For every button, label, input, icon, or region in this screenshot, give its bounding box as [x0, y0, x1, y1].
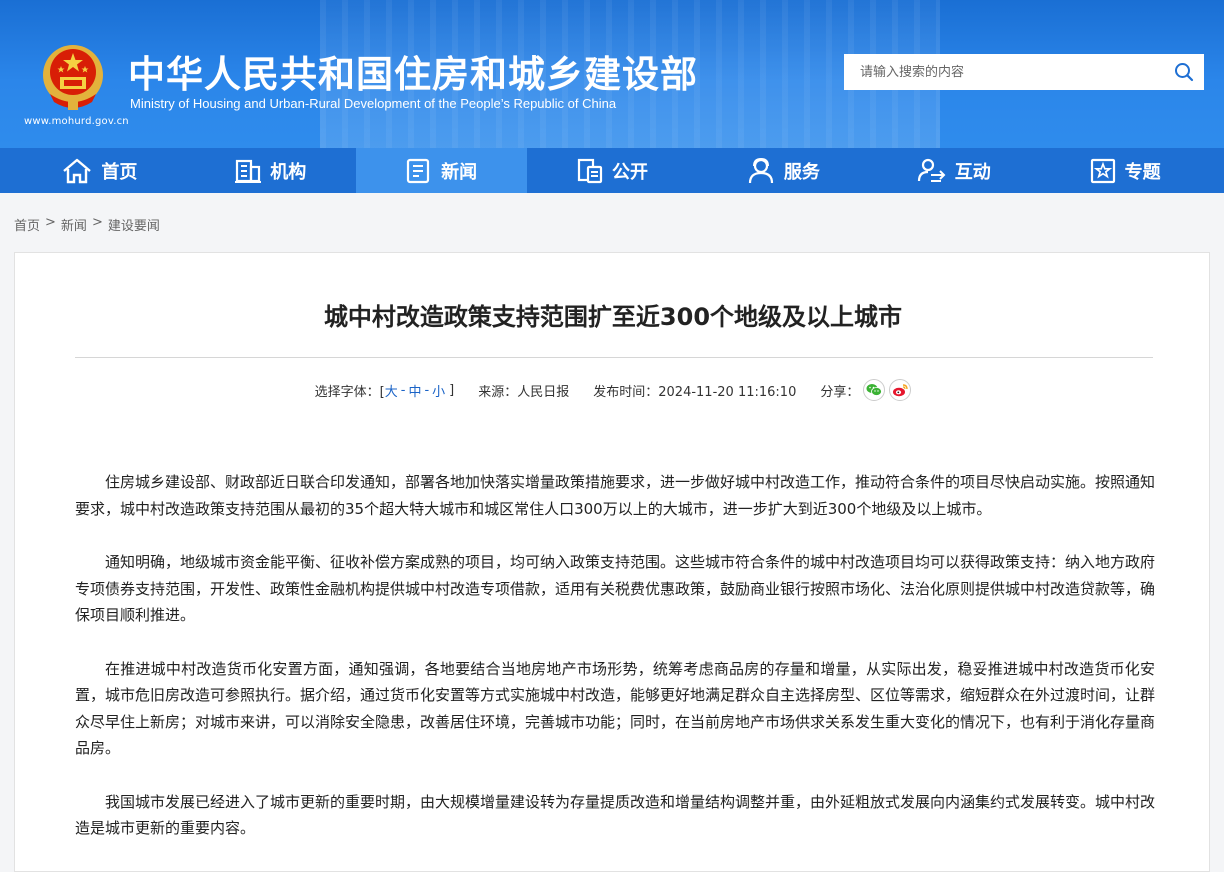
building-icon [235, 159, 262, 183]
article-publish-time: 发布时间：2024-11-20 11:16:10 [593, 384, 797, 400]
home-icon [63, 158, 92, 183]
search-icon [1175, 63, 1194, 82]
search-button[interactable] [1164, 54, 1204, 90]
nav-item-interaction[interactable]: 互动 [868, 148, 1039, 193]
weibo-share-button[interactable] [889, 379, 912, 401]
title-divider [75, 357, 1153, 358]
topic-icon [1090, 158, 1115, 183]
nav-item-service[interactable]: 服务 [697, 148, 868, 193]
article-source: 来源：人民日报 [478, 384, 570, 400]
article-body: 住房城乡建设部、财政部近日联合印发通知，部署各地加快落实增量政策措施要求，进一步… [75, 469, 1155, 869]
wechat-icon [866, 384, 883, 396]
main-nav: 首页 机构 新闻 公开 服务 互动 专题 [14, 148, 1210, 193]
service-icon [748, 157, 773, 183]
font-size-label: 选择字体：[ [314, 384, 385, 400]
nav-item-news[interactable]: 新闻 [355, 148, 527, 193]
font-size-small-button[interactable]: 小 [432, 381, 445, 400]
nav-item-topics[interactable]: 专题 [1039, 148, 1210, 193]
nav-item-disclosure[interactable]: 公开 [527, 148, 698, 193]
article-paragraph: 通知明确，地级城市资金能平衡、征收补偿方案成熟的项目，均可纳入政策支持范围。这些… [75, 553, 1156, 624]
site-title-english: Ministry of Housing and Urban-Rural Deve… [130, 96, 617, 111]
site-title-chinese[interactable]: 中华人民共和国住房和城乡建设部 [128, 44, 698, 98]
breadcrumb-separator: > [45, 215, 56, 230]
font-size-separator: - [424, 382, 430, 398]
article-meta: 选择字体：[ 大 - 中 - 小 ] 来源：人民日报 发布时间：2024-11-… [15, 379, 1211, 401]
nav-label: 互动 [954, 161, 991, 183]
nav-label: 新闻 [441, 161, 478, 183]
article-title: 城中村改造政策支持范围扩至近300个地级及以上城市 [323, 303, 903, 331]
national-emblem-icon[interactable] [40, 42, 106, 112]
font-size-selector: 选择字体：[ 大 - 中 - 小 ] [315, 381, 455, 400]
search-box [844, 54, 1204, 90]
news-icon [407, 158, 430, 183]
site-header: www.mohurd.gov.cn 中华人民共和国住房和城乡建设部 Minist… [0, 0, 1224, 148]
disclosure-icon [577, 158, 603, 183]
breadcrumb-home[interactable]: 首页 [14, 215, 40, 234]
article-paragraph: 我国城市发展已经进入了城市更新的重要时期，由大规模增量建设转为存量提质改造和增量… [75, 792, 1156, 838]
font-size-close-bracket: ] [449, 382, 455, 398]
nav-item-institutions[interactable]: 机构 [185, 148, 356, 193]
breadcrumb-construction-news[interactable]: 建设要闻 [108, 215, 160, 234]
font-size-separator: - [400, 382, 406, 398]
article-paragraph: 在推进城中村改造货币化安置方面，通知强调，各地要结合当地房地产市场形势，统筹考虑… [75, 659, 1156, 758]
share-group: 分享： [820, 379, 912, 401]
nav-item-home[interactable]: 首页 [14, 148, 185, 193]
site-url: www.mohurd.gov.cn [24, 116, 129, 127]
font-size-large-button[interactable]: 大 [385, 381, 398, 400]
nav-label: 机构 [270, 161, 307, 183]
wechat-share-button[interactable] [863, 379, 886, 401]
search-input[interactable] [844, 55, 1164, 89]
breadcrumb-separator: > [91, 215, 103, 230]
font-size-medium-button[interactable]: 中 [408, 381, 421, 400]
interaction-icon [917, 158, 946, 182]
article-paragraph: 住房城乡建设部、财政部近日联合印发通知，部署各地加快落实增量政策措施要求，进一步… [75, 473, 1156, 518]
article-panel: 城中村改造政策支持范围扩至近300个地级及以上城市 选择字体：[ 大 - 中 -… [14, 252, 1210, 872]
nav-label: 专题 [1124, 161, 1161, 183]
nav-label: 首页 [101, 161, 138, 183]
breadcrumb-news[interactable]: 新闻 [61, 215, 87, 234]
nav-label: 公开 [612, 161, 648, 183]
weibo-icon [893, 384, 909, 397]
breadcrumb: 首页 > 新闻 > 建设要闻 [14, 215, 160, 234]
share-label: 分享： [820, 384, 860, 400]
nav-label: 服务 [783, 161, 820, 183]
